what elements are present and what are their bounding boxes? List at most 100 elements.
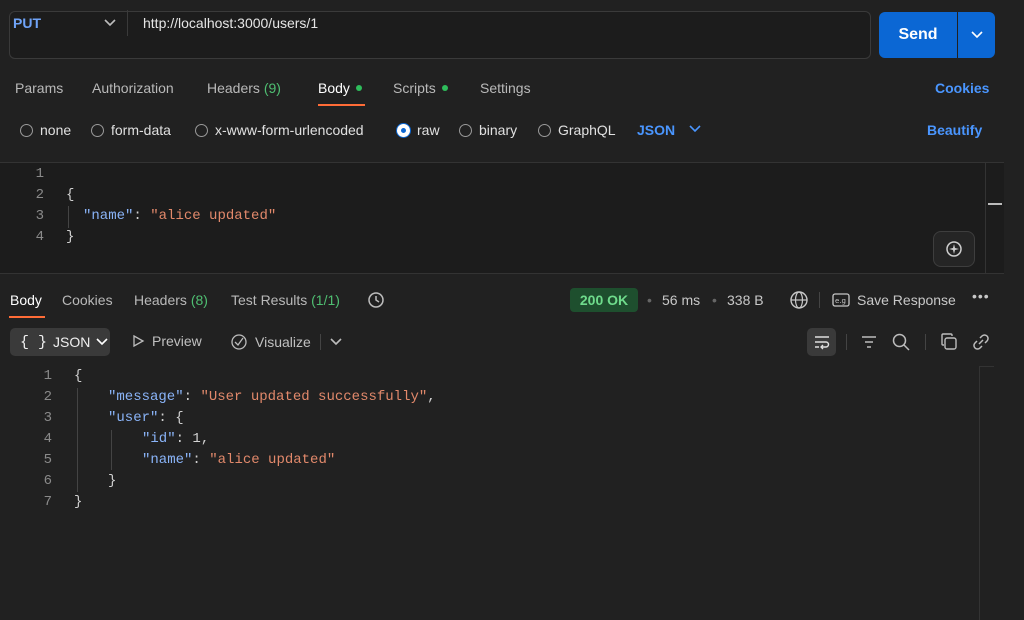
beautify-button[interactable]: Beautify (927, 122, 982, 138)
radio-circle (538, 123, 551, 137)
response-time[interactable]: 56 ms (662, 292, 700, 308)
tab-body[interactable]: Body (318, 80, 362, 96)
indent-guide (77, 388, 78, 492)
visualize-button[interactable]: Visualize (230, 333, 311, 351)
radio-graphql[interactable]: GraphQL (538, 122, 616, 138)
braces-icon: { } (20, 333, 48, 351)
play-icon (133, 334, 145, 348)
json-key: "name" (142, 452, 193, 468)
wrap-lines-icon (814, 336, 829, 350)
response-tab-cookies[interactable]: Cookies (62, 292, 113, 308)
visualize-icon (231, 334, 247, 350)
scripts-indicator-dot (441, 85, 448, 92)
response-editor-scrollbar[interactable] (979, 366, 994, 620)
test-results-count: (1/1) (311, 292, 340, 308)
request-editor-scrollbar[interactable] (985, 163, 1004, 273)
separator-dot: • (647, 292, 652, 308)
chevron-down-icon[interactable] (689, 124, 701, 134)
code-line: "message": "User updated successfully", (108, 389, 436, 405)
line-number: 4 (43, 431, 52, 447)
send-options-button[interactable] (958, 12, 995, 58)
line-number: 7 (43, 494, 52, 510)
tab-scripts[interactable]: Scripts (393, 80, 448, 96)
svg-text:e.g: e.g (835, 297, 846, 305)
more-options-icon[interactable]: ••• (972, 288, 990, 304)
url-bar (9, 11, 871, 59)
line-number: 1 (43, 368, 52, 384)
line-number: 2 (35, 187, 44, 203)
code-line: "user": { (108, 410, 184, 426)
radio-circle-selected (397, 123, 410, 137)
tab-headers[interactable]: Headers (9) (207, 80, 281, 96)
active-tab-indicator (318, 104, 365, 106)
open-brace: { (74, 368, 83, 384)
body-indicator-dot (355, 85, 362, 92)
headers-count: (8) (190, 292, 208, 308)
code-line: "name": "alice updated" (142, 452, 336, 468)
headers-count: (9) (263, 80, 281, 96)
close-brace: } (66, 229, 75, 245)
ai-assist-button[interactable] (933, 231, 975, 267)
radio-binary[interactable]: binary (459, 122, 517, 138)
divider (925, 334, 926, 350)
line-number: 2 (43, 389, 52, 405)
tab-authorization[interactable]: Authorization (92, 80, 174, 96)
send-button[interactable]: Send (879, 12, 957, 58)
search-icon[interactable] (891, 332, 911, 352)
cookies-link[interactable]: Cookies (935, 80, 989, 96)
close-brace: } (108, 473, 117, 489)
line-number: 6 (43, 473, 52, 489)
json-string: "User updated successfully" (200, 389, 428, 405)
link-icon[interactable] (971, 332, 991, 352)
radio-raw[interactable]: raw (397, 122, 440, 138)
divider (846, 334, 847, 350)
radio-circle (459, 123, 472, 137)
radio-x-www-form-urlencoded[interactable]: x-www-form-urlencoded (195, 122, 364, 138)
json-key: "user" (108, 410, 159, 426)
chevron-down-icon[interactable] (330, 337, 342, 347)
wrap-lines-button[interactable] (807, 328, 836, 356)
active-response-tab-indicator (9, 316, 45, 318)
indent-guide (111, 430, 112, 470)
line-number: 3 (43, 410, 52, 426)
radio-none[interactable]: none (20, 122, 71, 138)
sparkle-icon (946, 241, 962, 257)
method-select[interactable]: PUT (13, 15, 41, 31)
separator-dot: • (712, 292, 717, 308)
response-format-select[interactable]: { } JSON (10, 328, 110, 356)
url-divider (127, 10, 128, 36)
line-number: 4 (35, 229, 44, 245)
divider (819, 292, 820, 308)
radio-circle (195, 123, 208, 137)
save-response-icon: e.g (832, 293, 850, 307)
json-string: "alice updated" (150, 208, 277, 224)
response-tab-body[interactable]: Body (10, 292, 42, 308)
close-brace: } (74, 494, 83, 510)
copy-icon[interactable] (939, 332, 959, 352)
status-badge[interactable]: 200 OK (570, 288, 638, 312)
indent-guide (68, 206, 69, 228)
response-tab-headers[interactable]: Headers (8) (134, 292, 208, 308)
open-brace: { (66, 187, 75, 203)
line-number: 3 (35, 208, 44, 224)
globe-icon[interactable] (789, 290, 809, 310)
chevron-down-icon[interactable] (104, 18, 116, 28)
chevron-down-icon (970, 31, 983, 39)
url-input[interactable]: http://localhost:3000/users/1 (143, 15, 318, 31)
scrollbar-thumb[interactable] (988, 203, 1002, 205)
response-size[interactable]: 338 B (727, 292, 764, 308)
json-key: "id" (142, 431, 176, 447)
divider (320, 334, 321, 350)
raw-format-select[interactable]: JSON (637, 122, 675, 138)
preview-button[interactable]: Preview (131, 333, 202, 349)
tab-settings[interactable]: Settings (480, 80, 531, 96)
filter-icon[interactable] (859, 332, 879, 352)
chevron-down-icon (96, 338, 108, 346)
response-tab-test-results[interactable]: Test Results (1/1) (231, 292, 340, 308)
line-number: 5 (43, 452, 52, 468)
json-string: "alice updated" (209, 452, 336, 468)
radio-form-data[interactable]: form-data (91, 122, 171, 138)
tab-params[interactable]: Params (15, 80, 63, 96)
history-icon[interactable] (366, 290, 386, 310)
save-response-button[interactable]: e.g Save Response (832, 292, 956, 308)
